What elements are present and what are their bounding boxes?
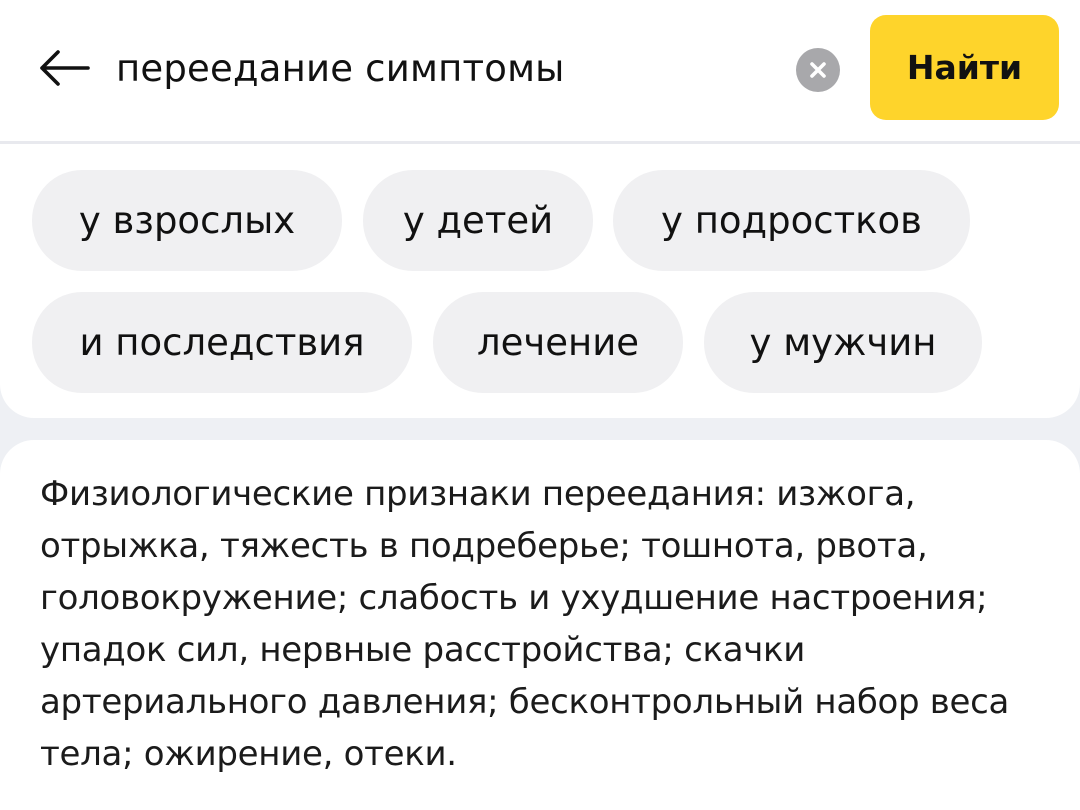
search-submit-button[interactable]: Найти [870,15,1059,120]
suggestion-chip-adults[interactable]: у взрослых [32,170,342,271]
suggestion-chip-consequences[interactable]: и последствия [32,292,412,393]
back-button[interactable] [36,44,92,92]
suggestion-chip-treatment[interactable]: лечение [433,292,683,393]
answer-snippet-text: Физиологические признаки переедания: изж… [40,474,1010,774]
clear-circle-icon [810,62,826,78]
suggestion-chip-men[interactable]: у мужчин [704,292,982,393]
suggestion-chip-children[interactable]: у детей [363,170,593,271]
search-results-screen: переедание симптомы Найти у взрослых у д… [0,0,1080,810]
suggestion-chip-teenagers[interactable]: у подростков [613,170,970,271]
search-input[interactable]: переедание симптомы [116,42,565,96]
search-bar: переедание симптомы Найти [0,0,1080,144]
arrow-left-icon [40,50,90,86]
search-header-card: переедание симптомы Найти у взрослых у д… [0,0,1080,418]
clear-search-button[interactable] [796,48,840,92]
